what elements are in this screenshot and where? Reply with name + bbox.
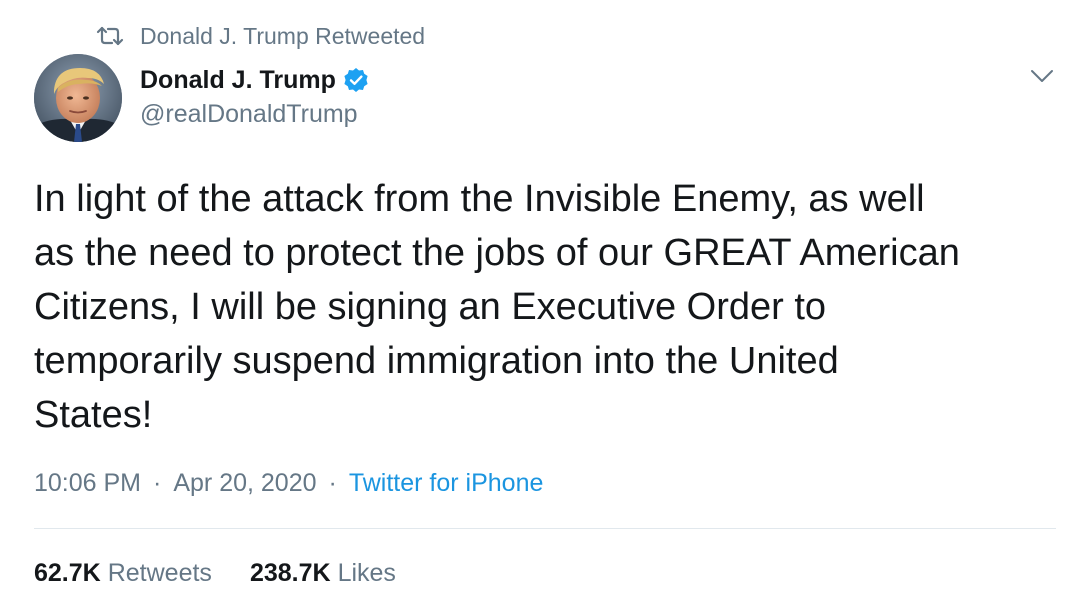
retweets-count: 62.7K [34,558,101,587]
user-handle[interactable]: @realDonaldTrump [140,100,369,129]
tweet-text-line: as the need to protect the jobs of our G… [34,232,960,274]
tweet-source-link[interactable]: Twitter for iPhone [349,469,544,498]
tweet-text-line: Citizens, I will be signing an Executive… [34,286,827,328]
retweets-label: Retweets [107,558,212,587]
tweet-date[interactable]: Apr 20, 2020 [173,469,316,498]
retweets-stat[interactable]: 62.7K Retweets [34,559,212,588]
display-name-row: Donald J. Trump [140,62,369,98]
retweet-banner[interactable]: Donald J. Trump Retweeted [96,20,425,52]
tweet-meta: 10:06 PM · Apr 20, 2020 · Twitter for iP… [34,465,543,501]
retweet-banner-text: Donald J. Trump Retweeted [140,22,426,49]
tweet-card: Donald J. Trump Retweeted Donald J. Trum… [0,0,1086,610]
tweet-text: In light of the attack from the Invisibl… [34,172,1054,442]
author-block[interactable]: Donald J. Trump @realDonaldTrump [140,62,369,129]
likes-count: 238.7K [249,558,331,587]
tweet-text-line: States! [34,394,153,436]
tweet-stats: 62.7K Retweets 238.7K Likes [34,555,434,591]
meta-separator: · [153,468,162,497]
chevron-down-icon[interactable] [1028,64,1056,88]
tweet-time[interactable]: 10:06 PM [34,469,141,498]
divider [34,528,1056,529]
likes-label: Likes [337,558,396,587]
likes-stat[interactable]: 238.7K Likes [250,559,396,588]
profile-avatar[interactable] [34,54,122,142]
tweet-text-line: In light of the attack from the Invisibl… [34,178,925,220]
retweet-icon [96,24,124,48]
meta-separator: · [328,468,337,497]
verified-badge-icon [343,67,369,93]
display-name[interactable]: Donald J. Trump [140,66,336,95]
tweet-text-line: temporarily suspend immigration into the… [34,340,839,382]
